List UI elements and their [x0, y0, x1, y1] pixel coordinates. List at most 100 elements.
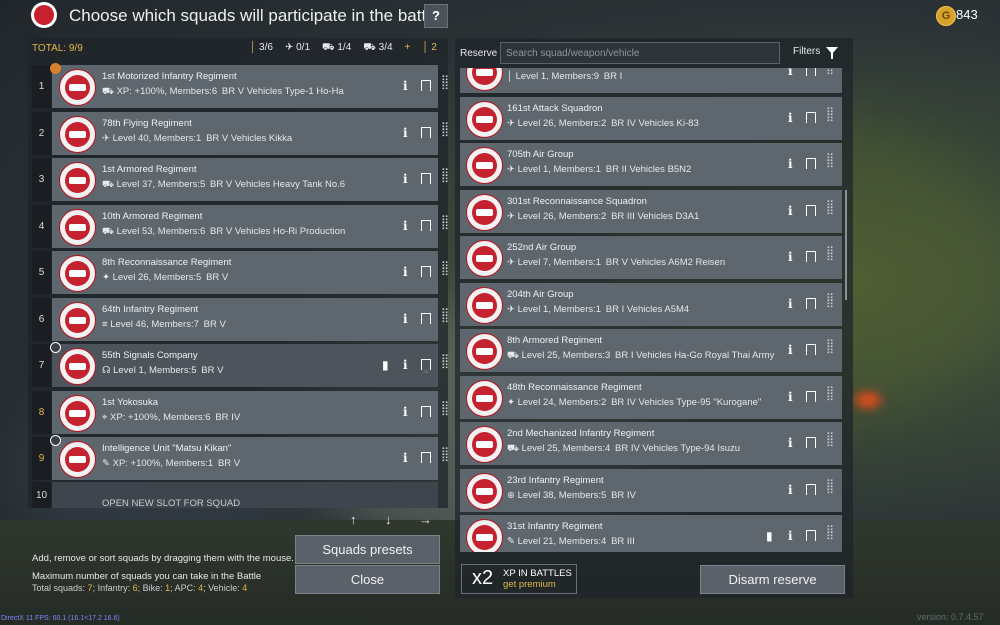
- squads-presets-button[interactable]: Squads presets: [295, 535, 440, 564]
- drag-handle-icon[interactable]: ⠿⠿: [441, 262, 450, 279]
- drag-handle-icon[interactable]: ⠿⠿: [441, 308, 450, 325]
- add-slot-icon[interactable]: +: [405, 42, 411, 55]
- info-icon[interactable]: i: [403, 265, 408, 279]
- drag-handle-icon[interactable]: ⠿⠿: [826, 433, 835, 450]
- drag-handle-icon[interactable]: ⠿⠿: [441, 76, 450, 93]
- reserve-squad[interactable]: 161st Attack Squadron ✈ Level 26, Member…: [460, 96, 842, 140]
- get-premium-link[interactable]: get premium: [503, 579, 556, 590]
- bookmark-icon[interactable]: [421, 80, 431, 94]
- close-button[interactable]: Close: [295, 565, 440, 594]
- info-icon[interactable]: i: [403, 312, 408, 326]
- reserve-squad[interactable]: 48th Reconnaissance Regiment ✦ Level 24,…: [460, 375, 842, 419]
- bookmark-icon[interactable]: [806, 437, 816, 451]
- bookmark-icon[interactable]: [421, 219, 431, 234]
- info-icon[interactable]: i: [788, 529, 793, 543]
- disarm-reserve-button[interactable]: Disarm reserve: [700, 565, 845, 594]
- bookmark-icon[interactable]: [806, 158, 816, 172]
- drag-handle-icon[interactable]: ⠿⠿: [441, 401, 450, 418]
- squad-slot[interactable]: 3 1st Armored Regiment ⛟ Level 37, Membe…: [32, 158, 449, 201]
- drag-handle-icon[interactable]: ⠿⠿: [826, 154, 835, 171]
- bookmark-icon[interactable]: [806, 483, 816, 498]
- squad-slot[interactable]: 4 10th Armored Regiment ⛟ Level 53, Memb…: [32, 204, 449, 248]
- bookmark-icon[interactable]: [806, 297, 816, 312]
- move-up-button[interactable]: ↑: [350, 512, 357, 527]
- drag-handle-icon[interactable]: ⠿⠿: [826, 68, 835, 78]
- squad-slot[interactable]: 8 1st Yokosuka ⌖ XP: +100%, Members:6 BR…: [32, 390, 449, 434]
- drag-handle-icon[interactable]: ⠿⠿: [826, 107, 835, 124]
- reserve-list[interactable]: │ Level 1, Members:9 BR I i ⠿⠿ 161st Att…: [460, 68, 844, 552]
- drag-handle-icon[interactable]: ⠿⠿: [826, 247, 835, 264]
- bookmark-icon[interactable]: [421, 452, 431, 466]
- squad-slot[interactable]: 2 78th Flying Regiment ✈ Level 40, Membe…: [32, 111, 449, 155]
- move-down-button[interactable]: ↓: [385, 512, 392, 527]
- manual-icon[interactable]: ▮: [766, 529, 773, 543]
- info-icon[interactable]: i: [788, 297, 793, 311]
- drag-handle-icon[interactable]: ⠿⠿: [441, 122, 450, 139]
- drag-handle-icon[interactable]: ⠿⠿: [441, 169, 450, 186]
- reserve-squad[interactable]: 301st Reconnaissance Squadron ✈ Level 26…: [460, 189, 842, 233]
- info-icon[interactable]: i: [403, 451, 408, 465]
- squad-slot[interactable]: 9 Intelligence Unit "Matsu Kikan" ✎ XP: …: [32, 435, 449, 480]
- info-icon[interactable]: i: [788, 390, 793, 404]
- manual-icon[interactable]: ▮: [382, 358, 389, 372]
- info-icon[interactable]: i: [788, 250, 793, 264]
- squad-type-icon: ⊕: [507, 489, 515, 501]
- info-icon[interactable]: i: [403, 79, 408, 93]
- info-icon[interactable]: i: [403, 172, 408, 186]
- bookmark-icon[interactable]: [421, 173, 431, 187]
- info-icon[interactable]: i: [788, 68, 793, 78]
- reserve-squad[interactable]: 705th Air Group ✈ Level 1, Members:1 BR …: [460, 143, 842, 186]
- reserve-squad[interactable]: 8th Armored Regiment ⛟ Level 25, Members…: [460, 329, 842, 372]
- bookmark-icon[interactable]: [806, 530, 816, 544]
- help-button[interactable]: ?: [424, 4, 448, 28]
- bookmark-icon[interactable]: [806, 251, 816, 265]
- move-right-button[interactable]: →: [419, 512, 432, 527]
- reserve-squad[interactable]: 252nd Air Group ✈ Level 7, Members:1 BR …: [460, 236, 842, 279]
- reserve-squad[interactable]: 23rd Infantry Regiment ⊕ Level 38, Membe…: [460, 468, 842, 512]
- info-icon[interactable]: i: [788, 204, 793, 218]
- squad-slot[interactable]: 1 1st Motorized Infantry Regiment ⛟ XP: …: [32, 63, 449, 108]
- drag-handle-icon[interactable]: ⠿⠿: [441, 448, 450, 465]
- info-icon[interactable]: i: [788, 157, 793, 171]
- squad-slot[interactable]: 6 64th Infantry Regiment ≡ Level 46, Mem…: [32, 297, 449, 341]
- bookmark-icon[interactable]: [421, 266, 431, 280]
- info-icon[interactable]: i: [788, 436, 793, 450]
- info-icon[interactable]: i: [788, 111, 793, 125]
- filters-button[interactable]: Filters: [793, 46, 820, 57]
- reserve-scrollbar[interactable]: [845, 190, 847, 300]
- drag-handle-icon[interactable]: ⠿⠿: [826, 479, 835, 496]
- bookmark-icon[interactable]: [421, 359, 431, 373]
- drag-handle-icon[interactable]: ⠿⠿: [826, 293, 835, 310]
- squad-slot[interactable]: 7 55th Signals Company ☊ Level 1, Member…: [32, 342, 449, 387]
- info-icon[interactable]: i: [788, 343, 793, 357]
- drag-handle-icon[interactable]: ⠿⠿: [826, 340, 835, 357]
- bookmark-icon[interactable]: [806, 111, 816, 126]
- reserve-squad[interactable]: 204th Air Group ✈ Level 1, Members:1 BR …: [460, 282, 842, 326]
- info-icon[interactable]: i: [403, 358, 408, 372]
- bookmark-icon[interactable]: [806, 344, 816, 358]
- open-new-slot[interactable]: 10 OPEN NEW SLOT FOR SQUAD: [32, 482, 438, 508]
- squad-slot[interactable]: 5 8th Reconnaissance Regiment ✦ Level 26…: [32, 251, 449, 294]
- bookmark-icon[interactable]: [421, 126, 431, 141]
- drag-handle-icon[interactable]: ⠿⠿: [441, 215, 450, 232]
- squad-details: ✦ Level 26, Members:5 BR V: [102, 272, 229, 283]
- reserve-squad[interactable]: 31st Infantry Regiment ✎ Level 21, Membe…: [460, 515, 842, 552]
- info-icon[interactable]: i: [788, 483, 793, 497]
- info-icon[interactable]: i: [403, 405, 408, 419]
- bookmark-icon[interactable]: [421, 405, 431, 420]
- bookmark-icon[interactable]: [806, 204, 816, 219]
- info-icon[interactable]: i: [403, 126, 408, 140]
- info-icon[interactable]: i: [403, 219, 408, 233]
- search-input[interactable]: Search squad/weapon/vehicle: [500, 42, 780, 64]
- filter-icon[interactable]: [826, 47, 838, 59]
- drag-handle-icon[interactable]: ⠿⠿: [441, 355, 450, 372]
- reserve-squad[interactable]: │ Level 1, Members:9 BR I i ⠿⠿: [460, 68, 842, 93]
- reserve-squad[interactable]: 2nd Mechanized Infantry Regiment ⛟ Level…: [460, 422, 842, 465]
- premium-xp-promo[interactable]: x2 XP IN BATTLES get premium: [461, 564, 577, 594]
- bookmark-icon[interactable]: [421, 312, 431, 327]
- drag-handle-icon[interactable]: ⠿⠿: [826, 526, 835, 543]
- drag-handle-icon[interactable]: ⠿⠿: [826, 386, 835, 403]
- bookmark-icon[interactable]: [806, 68, 816, 79]
- bookmark-icon[interactable]: [806, 390, 816, 405]
- drag-handle-icon[interactable]: ⠿⠿: [826, 200, 835, 217]
